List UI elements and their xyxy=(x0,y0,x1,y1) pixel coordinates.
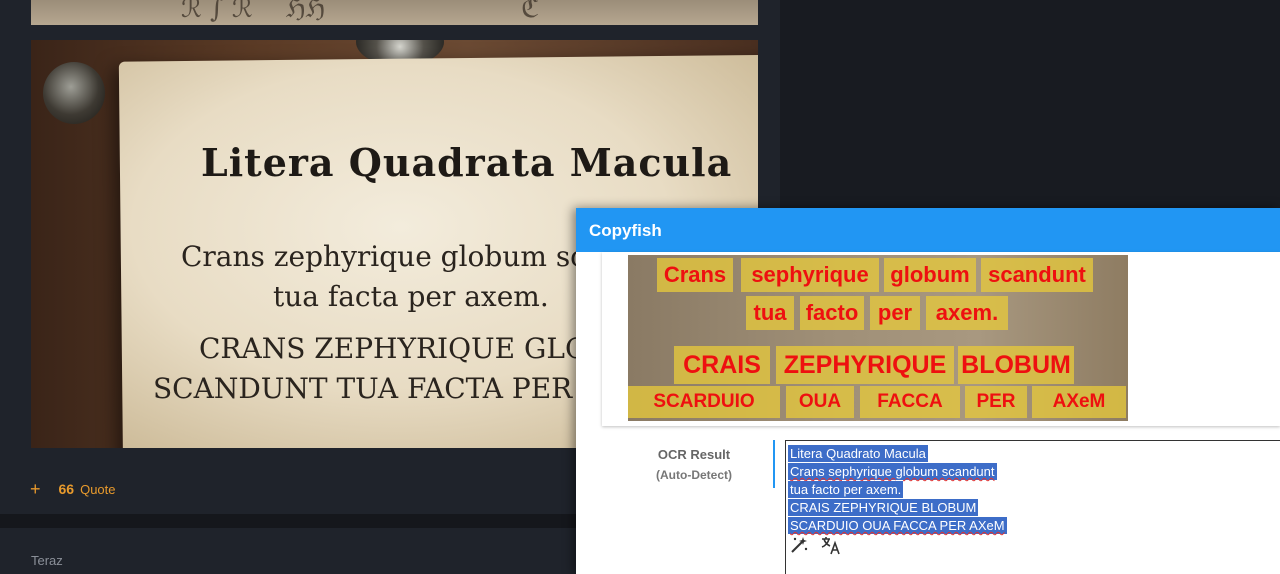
next-post-author: Teraz xyxy=(31,553,63,568)
ocr-word-box: tua xyxy=(746,296,794,330)
ocr-word-box: AXeM xyxy=(1032,386,1126,418)
image-texture: ℌℌ xyxy=(286,0,326,24)
ocr-result-label: OCR Result (Auto-Detect) xyxy=(634,447,754,482)
ocr-word-box: SCARDUIO xyxy=(628,386,780,418)
add-reaction-button[interactable]: + xyxy=(30,480,41,498)
post-actions: + 66 Quote xyxy=(30,480,116,498)
ocr-result-line: tua facto per axem. xyxy=(788,481,904,498)
ocr-result-line: Litera Quadrato Macula xyxy=(788,445,928,462)
ocr-word-box: CRAIS xyxy=(674,346,770,384)
ocr-result-line: Crans sephyrique globum scandunt xyxy=(788,463,997,480)
parchment-title: Litera Quadrata Macula xyxy=(201,140,733,185)
ocr-word-box: OUA xyxy=(786,386,854,418)
translate-icon[interactable] xyxy=(820,534,842,556)
ocr-word-box: FACCA xyxy=(860,386,960,418)
ocr-result-line: SCARDUIO OUA FACCA PER AXeM xyxy=(788,517,1007,534)
image-texture: ℛ ∫ ℛ xyxy=(181,0,253,24)
parchment-line-2: tua facta per axem. xyxy=(273,280,549,313)
ocr-result-textarea[interactable]: Litera Quadrato Macula Crans sephyrique … xyxy=(785,440,1280,574)
ocr-word-box: PER xyxy=(965,386,1027,418)
quote-button[interactable]: 66 Quote xyxy=(59,481,116,497)
quote-label: Quote xyxy=(80,481,116,497)
copyfish-panel: Copyfish Crans sephyrique globum scandun… xyxy=(576,208,1280,574)
ocr-word-box: Crans xyxy=(657,258,733,292)
ocr-word-box: per xyxy=(870,296,920,330)
ocr-preview-frame: Crans sephyrique globum scandunt tua fac… xyxy=(602,252,1280,426)
image-texture: ℭ xyxy=(521,0,540,24)
copyfish-header[interactable]: Copyfish xyxy=(576,208,1280,252)
ocr-language-mode: (Auto-Detect) xyxy=(656,468,732,482)
ocr-word-box: ZEPHYRIQUE xyxy=(776,346,954,384)
ocr-result-line: CRAIS ZEPHYRIQUE BLOBUM xyxy=(788,499,979,516)
inkwell-left xyxy=(43,62,105,124)
parchment-line-1: Crans zephyrique globum scand xyxy=(181,240,639,273)
post-image-top: ℛ ∫ ℛ ℌℌ ℭ xyxy=(31,0,758,25)
parchment-line-4: SCANDUNT TUA FACTA PER A xyxy=(153,372,602,405)
ocr-word-box: facto xyxy=(800,296,864,330)
magic-wand-icon[interactable] xyxy=(788,534,810,556)
ocr-result-title: OCR Result xyxy=(657,447,731,462)
parchment-line-3: CRANS ZEPHYRIQUE GLOBU xyxy=(199,332,633,365)
ocr-word-box: axem. xyxy=(926,296,1008,330)
ocr-word-box: sephyrique xyxy=(741,258,879,292)
ocr-preview-image: Crans sephyrique globum scandunt tua fac… xyxy=(628,255,1128,421)
ocr-word-box: scandunt xyxy=(981,258,1093,292)
ocr-tools xyxy=(788,534,842,556)
ocr-separator xyxy=(773,440,775,488)
quote-icon: 66 xyxy=(58,481,75,497)
copyfish-title: Copyfish xyxy=(589,221,662,240)
ocr-word-box: globum xyxy=(884,258,976,292)
ocr-word-box: BLOBUM xyxy=(958,346,1074,384)
